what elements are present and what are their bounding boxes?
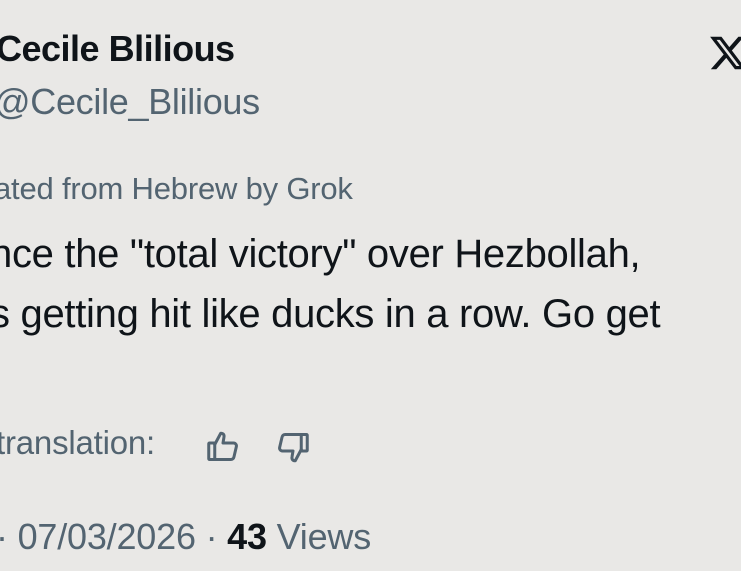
tweet-text-line-1: nce the "total victory" over Hezbollah,: [0, 232, 641, 276]
tweet-meta: · 07/03/2026 · 43 Views: [0, 516, 371, 558]
views-label: Views: [266, 516, 372, 557]
author-display-name[interactable]: Cecile Blilious: [0, 28, 235, 70]
translation-note: ated from Hebrew by Grok: [0, 171, 353, 206]
author-handle[interactable]: @Cecile_Blilious: [0, 81, 260, 123]
views-count: 43: [227, 516, 267, 557]
x-logo-icon[interactable]: [708, 33, 741, 73]
thumbs-down-icon[interactable]: [275, 430, 311, 466]
thumbs-up-icon[interactable]: [205, 428, 241, 464]
tweet-date[interactable]: · 07/03/2026 ·: [0, 516, 227, 557]
rate-translation-label: translation:: [0, 424, 156, 461]
tweet-text-line-2: s getting hit like ducks in a row. Go ge…: [0, 292, 661, 336]
